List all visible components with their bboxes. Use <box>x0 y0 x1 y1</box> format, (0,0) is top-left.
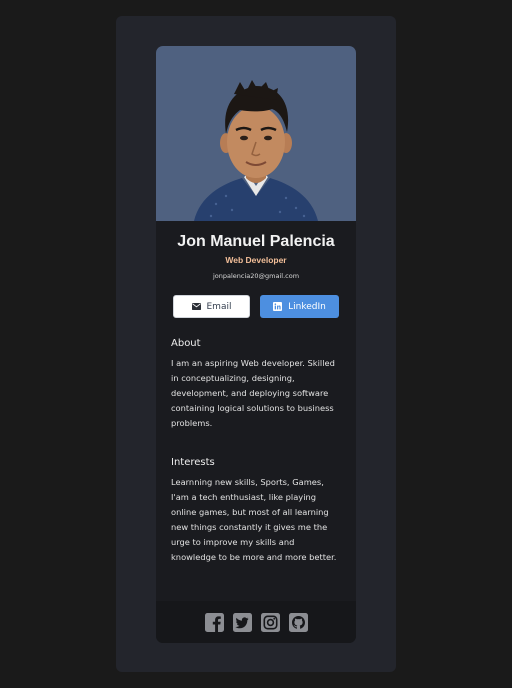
interests-text: Learnning new skills, Sports, Games, I'a… <box>171 477 337 562</box>
instagram-icon[interactable] <box>260 612 280 632</box>
profile-card: Jon Manuel Palencia Web Developer jonpal… <box>156 46 356 643</box>
linkedin-icon <box>273 302 283 311</box>
interests-heading: Interests <box>171 457 215 468</box>
linkedin-button-label: LinkedIn <box>288 301 326 312</box>
facebook-icon[interactable] <box>204 612 224 632</box>
twitter-icon[interactable] <box>232 612 252 632</box>
linkedin-button[interactable]: LinkedIn <box>260 295 339 318</box>
github-icon[interactable] <box>288 612 308 632</box>
portrait-illustration <box>194 80 318 221</box>
about-text: I am an aspiring Web developer. Skilled … <box>171 358 335 428</box>
profile-role: Web Developer <box>225 255 287 265</box>
email-button-label: Email <box>206 301 232 312</box>
profile-name: Jon Manuel Palencia <box>177 233 335 250</box>
social-footer <box>156 601 356 643</box>
email-button[interactable]: Email <box>173 295 250 318</box>
envelope-icon <box>191 303 201 310</box>
profile-photo <box>156 46 356 221</box>
profile-email: jonpalencia20@gmail.com <box>212 272 300 280</box>
about-heading: About <box>171 338 201 349</box>
